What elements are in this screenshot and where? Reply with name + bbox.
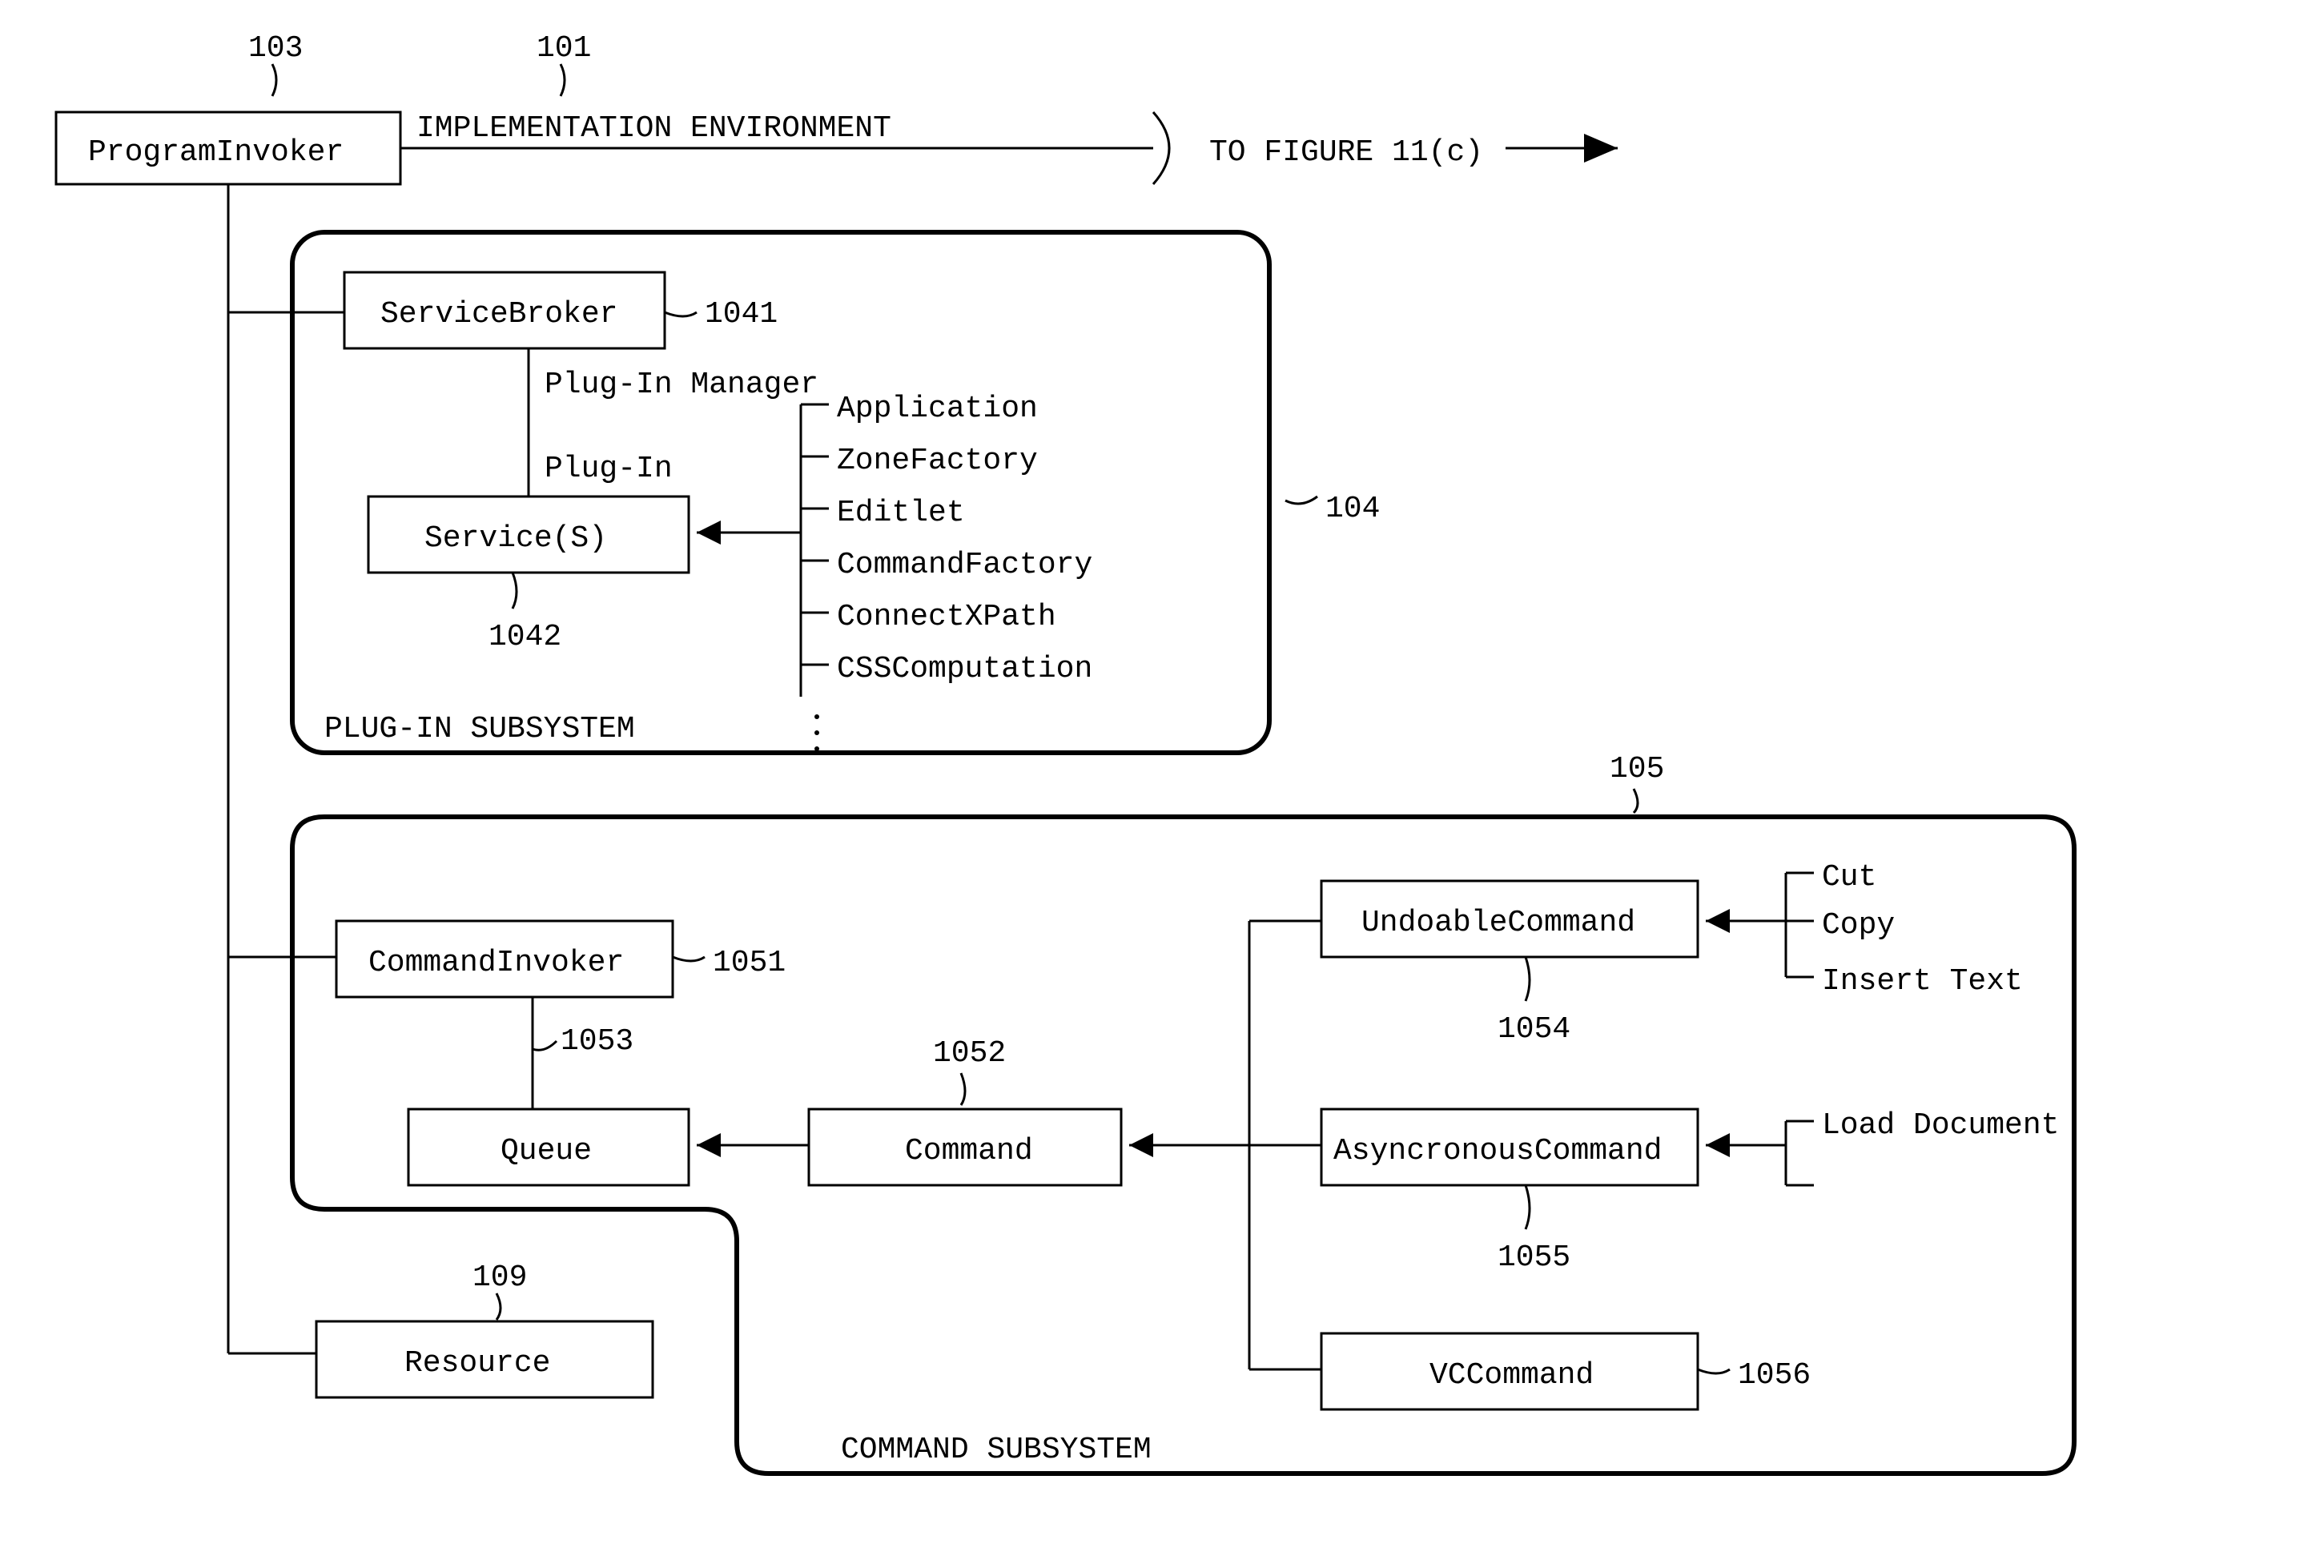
ref-1041: 1041 <box>705 297 778 332</box>
vc-command-label: VCCommand <box>1429 1358 1594 1393</box>
ref-101: 101 <box>537 31 591 66</box>
application-label: Application <box>837 392 1038 426</box>
diagram-canvas: 103 101 ProgramInvoker IMPLEMENTATION EN… <box>0 0 2324 1568</box>
ref-1055: 1055 <box>1498 1240 1570 1275</box>
command-subsystem-label: COMMAND SUBSYSTEM <box>841 1433 1152 1467</box>
ref-1052: 1052 <box>933 1036 1006 1071</box>
commandfactory-label: CommandFactory <box>837 548 1092 582</box>
ref-105: 105 <box>1610 752 1664 786</box>
queue-label: Queue <box>501 1134 592 1168</box>
ref-109: 109 <box>472 1260 527 1295</box>
ref-1042: 1042 <box>489 620 561 654</box>
cut-label: Cut <box>1822 860 1876 895</box>
plugin-subsystem-label: PLUG-IN SUBSYSTEM <box>324 712 635 746</box>
command-invoker-label: CommandInvoker <box>368 946 624 980</box>
ref-103: 103 <box>248 31 303 66</box>
insert-text-label: Insert Text <box>1822 964 2023 999</box>
editlet-label: Editlet <box>837 496 965 530</box>
ref-1056: 1056 <box>1738 1358 1811 1393</box>
to-figure-label: TO FIGURE 11(c) <box>1209 135 1483 170</box>
plugin-label: Plug-In <box>545 452 673 486</box>
copy-label: Copy <box>1822 908 1895 943</box>
ref-1053: 1053 <box>561 1024 633 1059</box>
service-label: Service(S) <box>424 521 607 556</box>
plugin-manager-label: Plug-In Manager <box>545 368 818 402</box>
connectxpath-label: ConnectXPath <box>837 600 1056 634</box>
csscomputation-label: CSSComputation <box>837 652 1092 686</box>
ref-104: 104 <box>1325 492 1380 526</box>
impl-env-label: IMPLEMENTATION ENVIRONMENT <box>416 111 891 146</box>
async-command-label: AsyncronousCommand <box>1333 1134 1662 1168</box>
ref-1051: 1051 <box>713 946 786 980</box>
resource-label: Resource <box>404 1346 550 1381</box>
command-label: Command <box>905 1134 1033 1168</box>
program-invoker-label: ProgramInvoker <box>88 135 344 170</box>
ref-1054: 1054 <box>1498 1012 1570 1047</box>
undoable-command-label: UndoableCommand <box>1361 906 1635 940</box>
load-document-label: Load Document <box>1822 1108 2059 1143</box>
zonefactory-label: ZoneFactory <box>837 444 1038 478</box>
service-broker-label: ServiceBroker <box>380 297 617 332</box>
